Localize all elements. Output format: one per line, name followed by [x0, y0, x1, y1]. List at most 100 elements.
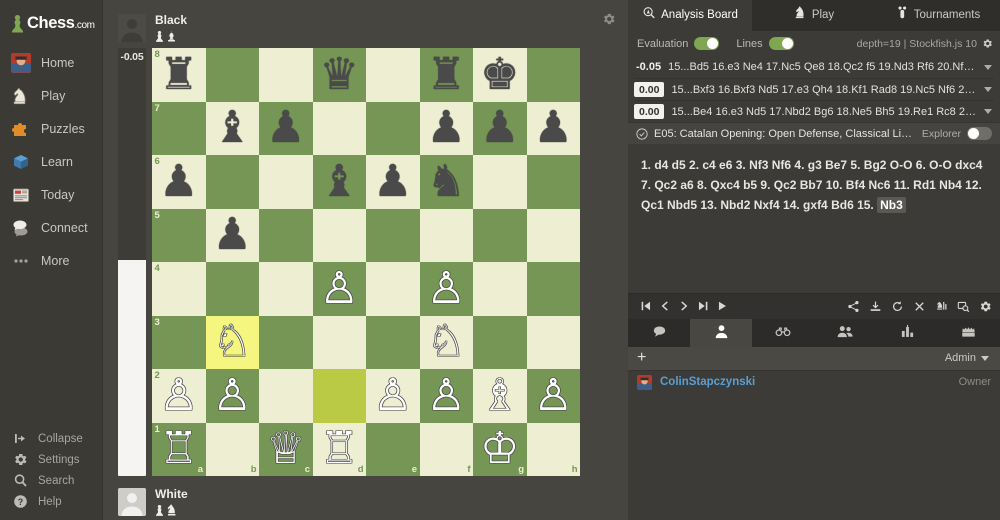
skip-to-start-icon[interactable] [636, 296, 655, 316]
tab-play[interactable]: Play [752, 0, 876, 31]
piece-black-rook-f8[interactable]: ♜ [420, 48, 474, 102]
board-square-c1[interactable]: c♕ [259, 423, 313, 477]
board-square-d3[interactable] [313, 316, 367, 370]
sidebar-item-search[interactable]: Search [0, 470, 102, 491]
piece-white-pawn-h2[interactable]: ♙ [527, 369, 581, 423]
board-square-g5[interactable] [473, 209, 527, 263]
skip-to-end-icon[interactable] [693, 296, 712, 316]
board-square-b7[interactable]: ♝ [206, 102, 260, 156]
evaluation-toggle[interactable] [694, 37, 719, 50]
board-square-d1[interactable]: d♖ [313, 423, 367, 477]
tab-team[interactable] [938, 319, 1000, 347]
piece-white-queen-c1[interactable]: ♕ [259, 423, 313, 477]
piece-white-bishop-g2[interactable]: ♗ [473, 369, 527, 423]
piece-black-pawn-f7[interactable]: ♟ [420, 102, 474, 156]
board-square-a5[interactable]: 5 [152, 209, 206, 263]
piece-black-pawn-a6[interactable]: ♟ [152, 155, 206, 209]
refresh-icon[interactable] [890, 296, 904, 316]
piece-white-pawn-f4[interactable]: ♙ [420, 262, 474, 316]
chevron-down-icon[interactable] [984, 87, 992, 92]
piece-white-knight-b3[interactable]: ♘ [206, 316, 260, 370]
sidebar-item-puzzles[interactable]: Puzzles [0, 112, 102, 145]
board-square-b8[interactable] [206, 48, 260, 102]
lines-toggle[interactable] [769, 37, 794, 50]
piece-black-knight-f6[interactable]: ♞ [420, 155, 474, 209]
board-settings-gear-icon[interactable] [602, 12, 616, 26]
board-square-h8[interactable] [527, 48, 581, 102]
board-square-d6[interactable]: ♝ [313, 155, 367, 209]
tab-stats[interactable] [876, 319, 938, 347]
sidebar-item-settings[interactable]: Settings [0, 449, 102, 470]
piece-white-king-g1[interactable]: ♔ [473, 423, 527, 477]
step-forward-icon[interactable] [674, 296, 693, 316]
board-square-e6[interactable]: ♟ [366, 155, 420, 209]
board-square-h1[interactable]: h [527, 423, 581, 477]
piece-black-pawn-g7[interactable]: ♟ [473, 102, 527, 156]
piece-black-bishop-d6[interactable]: ♝ [313, 155, 367, 209]
board-square-c7[interactable]: ♟ [259, 102, 313, 156]
download-icon[interactable] [868, 296, 882, 316]
sidebar-item-play[interactable]: Play [0, 79, 102, 112]
board-square-e1[interactable]: e [366, 423, 420, 477]
gear-icon[interactable] [978, 296, 992, 316]
board-square-g2[interactable]: ♗ [473, 369, 527, 423]
board-square-b1[interactable]: b [206, 423, 260, 477]
piece-white-pawn-b2[interactable]: ♙ [206, 369, 260, 423]
board-setup-icon[interactable] [934, 296, 948, 316]
piece-black-pawn-h7[interactable]: ♟ [527, 102, 581, 156]
tab-analysis-board[interactable]: Analysis Board [628, 0, 752, 31]
explorer-toggle[interactable] [967, 127, 992, 140]
sidebar-item-connect[interactable]: Connect [0, 211, 102, 244]
piece-black-pawn-b5[interactable]: ♟ [206, 209, 260, 263]
board-square-e5[interactable] [366, 209, 420, 263]
sidebar-item-home[interactable]: Home [0, 46, 102, 79]
board-square-b4[interactable] [206, 262, 260, 316]
piece-black-rook-a8[interactable]: ♜ [152, 48, 206, 102]
board-square-b3[interactable]: ♘ [206, 316, 260, 370]
board-square-b5[interactable]: ♟ [206, 209, 260, 263]
piece-black-pawn-e6[interactable]: ♟ [366, 155, 420, 209]
board-square-c4[interactable] [259, 262, 313, 316]
piece-black-bishop-b7[interactable]: ♝ [206, 102, 260, 156]
board-square-h4[interactable] [527, 262, 581, 316]
chesscom-logo[interactable]: Chess.com [0, 0, 102, 36]
evaluation-bar[interactable]: -0.05 [118, 48, 146, 476]
board-square-g3[interactable] [473, 316, 527, 370]
board-square-f4[interactable]: ♙ [420, 262, 474, 316]
board-square-c6[interactable] [259, 155, 313, 209]
sidebar-item-today[interactable]: Today [0, 178, 102, 211]
board-square-f5[interactable] [420, 209, 474, 263]
board-square-d2[interactable] [313, 369, 367, 423]
tab-observers[interactable] [752, 319, 814, 347]
close-icon[interactable] [912, 296, 926, 316]
board-square-h7[interactable]: ♟ [527, 102, 581, 156]
board-square-g7[interactable]: ♟ [473, 102, 527, 156]
piece-white-rook-a1[interactable]: ♖ [152, 423, 206, 477]
chevron-down-icon[interactable] [984, 109, 992, 114]
chessboard[interactable]: 8♜♛♜♚7♝♟♟♟♟6♟♝♟♞5♟4♙♙3♘♘2♙♙♙♙♗♙1a♖bc♕d♖e… [152, 48, 580, 476]
board-square-a7[interactable]: 7 [152, 102, 206, 156]
piece-black-king-g8[interactable]: ♚ [473, 48, 527, 102]
avatar[interactable] [118, 488, 146, 516]
board-square-c3[interactable] [259, 316, 313, 370]
piece-black-queen-d8[interactable]: ♛ [313, 48, 367, 102]
chevron-down-icon[interactable] [984, 65, 992, 70]
board-square-f8[interactable]: ♜ [420, 48, 474, 102]
board-square-e2[interactable]: ♙ [366, 369, 420, 423]
member-name[interactable]: ColinStapczynski [660, 376, 755, 388]
board-square-d7[interactable] [313, 102, 367, 156]
board-square-e3[interactable] [366, 316, 420, 370]
tab-people[interactable] [814, 319, 876, 347]
board-square-c5[interactable] [259, 209, 313, 263]
board-square-g6[interactable] [473, 155, 527, 209]
sidebar-item-collapse[interactable]: Collapse [0, 428, 102, 449]
tab-tournaments[interactable]: Tournaments [876, 0, 1000, 31]
sidebar-item-help[interactable]: ? Help [0, 491, 102, 512]
board-square-f1[interactable]: f [420, 423, 474, 477]
board-square-f6[interactable]: ♞ [420, 155, 474, 209]
piece-white-knight-f3[interactable]: ♘ [420, 316, 474, 370]
board-square-h2[interactable]: ♙ [527, 369, 581, 423]
engine-line-row[interactable]: 0.00 15...Bxf3 16.Bxf3 Nd5 17.e3 Qh4 18.… [634, 78, 994, 100]
board-square-d8[interactable]: ♛ [313, 48, 367, 102]
avatar[interactable] [118, 14, 146, 42]
